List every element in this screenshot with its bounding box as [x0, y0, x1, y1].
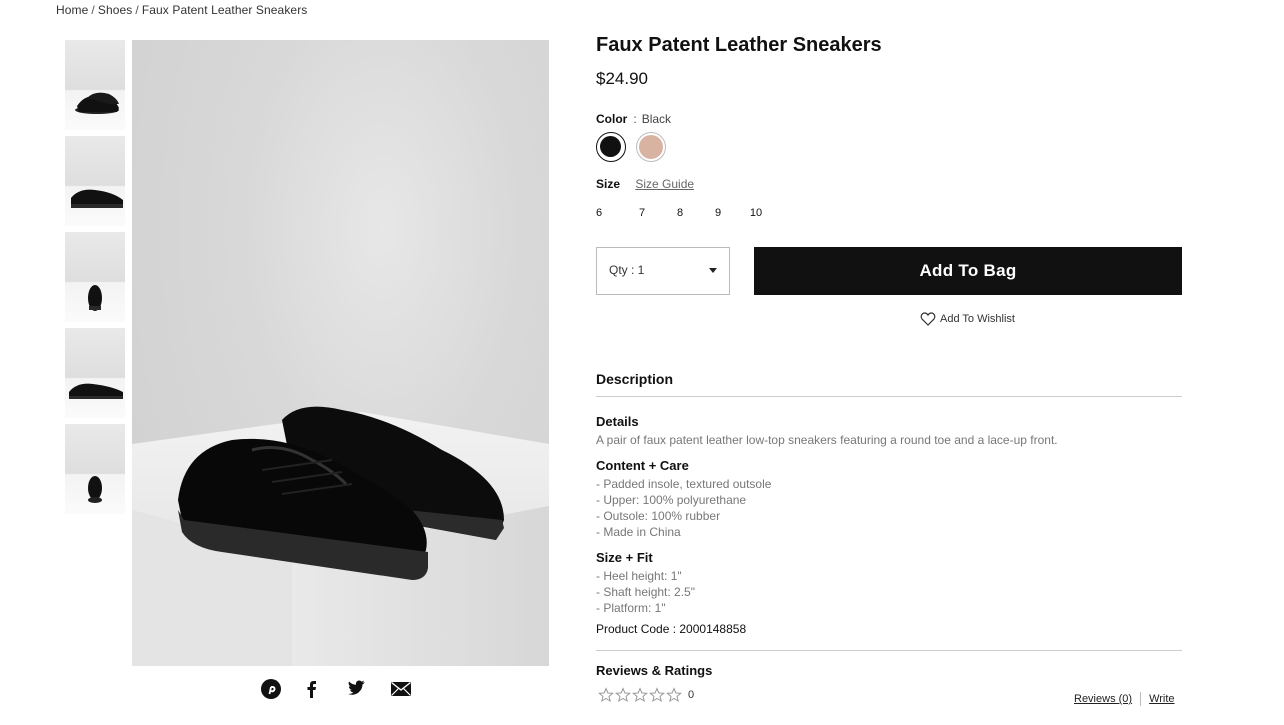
color-swatch-black[interactable] — [596, 132, 626, 162]
product-code: Product Code : 2000148858 — [596, 622, 747, 636]
quantity-value: Qty : 1 — [609, 263, 645, 277]
thumbnail-list — [65, 40, 125, 520]
twitter-icon[interactable] — [346, 678, 368, 700]
pinterest-icon[interactable] — [260, 678, 282, 700]
star-icon — [666, 687, 682, 703]
size-guide-link[interactable]: Size Guide — [635, 177, 694, 191]
fit-line: - Platform: 1" — [596, 601, 666, 615]
star-icon — [615, 687, 631, 703]
reviews-link[interactable]: Reviews (0) — [1074, 693, 1132, 705]
email-icon[interactable] — [390, 678, 412, 700]
divider — [1140, 692, 1142, 706]
breadcrumb-home[interactable]: Home — [56, 3, 88, 17]
breadcrumb-current[interactable]: Faux Patent Leather Sneakers — [142, 3, 308, 17]
size-row: Size Size Guide — [596, 177, 694, 191]
color-value: Black — [641, 112, 672, 126]
size-option-6[interactable]: 6 — [596, 207, 623, 219]
size-option-7[interactable]: 7 — [623, 207, 661, 219]
product-thumbnail-5[interactable] — [65, 424, 125, 514]
breadcrumb: Home / Shoes / Faux Patent Leather Sneakers — [56, 3, 307, 17]
product-thumbnail-2[interactable] — [65, 136, 125, 226]
content-care-heading: Content + Care — [596, 458, 689, 473]
star-icon — [649, 687, 665, 703]
quantity-select[interactable]: Qty : 1 — [596, 247, 730, 295]
breadcrumb-shoes[interactable]: Shoes — [98, 3, 133, 17]
breadcrumb-separator: / — [91, 3, 95, 17]
product-main-image[interactable] — [132, 40, 549, 666]
content-line: - Made in China — [596, 525, 681, 539]
size-label: Size — [596, 177, 621, 191]
content-line: - Upper: 100% polyurethane — [596, 493, 747, 507]
product-thumbnail-4[interactable] — [65, 328, 125, 418]
add-to-wishlist-button[interactable]: Add To Wishlist — [920, 311, 1015, 327]
color-swatch-nude[interactable] — [636, 132, 666, 162]
fit-line: - Shaft height: 2.5" — [596, 585, 695, 599]
rating-count: 0 — [688, 689, 695, 701]
details-heading: Details — [596, 414, 639, 429]
color-separator: : — [633, 112, 637, 126]
chevron-down-icon — [709, 268, 717, 273]
content-line: - Outsole: 100% rubber — [596, 509, 721, 523]
star-icon — [632, 687, 648, 703]
divider — [596, 396, 1182, 397]
star-icon — [598, 687, 614, 703]
review-links: Reviews (0) Write — [1074, 692, 1175, 706]
heart-icon — [920, 312, 936, 326]
star-icons — [598, 687, 682, 703]
color-row: Color: Black — [596, 112, 671, 126]
wishlist-label: Add To Wishlist — [940, 313, 1015, 325]
write-review-link[interactable]: Write — [1149, 693, 1174, 705]
product-price: $24.90 — [596, 69, 648, 88]
size-options: 6 7 8 9 10 — [596, 207, 775, 219]
divider — [596, 650, 1182, 651]
size-option-9[interactable]: 9 — [699, 207, 737, 219]
size-fit-heading: Size + Fit — [596, 550, 653, 565]
reviews-heading[interactable]: Reviews & Ratings — [596, 663, 712, 678]
product-thumbnail-3[interactable] — [65, 232, 125, 322]
product-title: Faux Patent Leather Sneakers — [596, 34, 882, 56]
rating-stars: 0 — [598, 687, 694, 703]
description-heading[interactable]: Description — [596, 371, 673, 387]
product-thumbnail-1[interactable] — [65, 40, 125, 130]
content-line: - Padded insole, textured outsole — [596, 477, 772, 491]
fit-line: - Heel height: 1" — [596, 569, 682, 583]
details-text: A pair of faux patent leather low-top sn… — [596, 433, 1058, 447]
size-option-10[interactable]: 10 — [737, 207, 775, 219]
size-option-8[interactable]: 8 — [661, 207, 699, 219]
color-label: Color — [596, 112, 628, 126]
breadcrumb-separator: / — [135, 3, 139, 17]
add-to-bag-button[interactable]: Add To Bag — [754, 247, 1182, 295]
facebook-icon[interactable] — [301, 678, 323, 700]
